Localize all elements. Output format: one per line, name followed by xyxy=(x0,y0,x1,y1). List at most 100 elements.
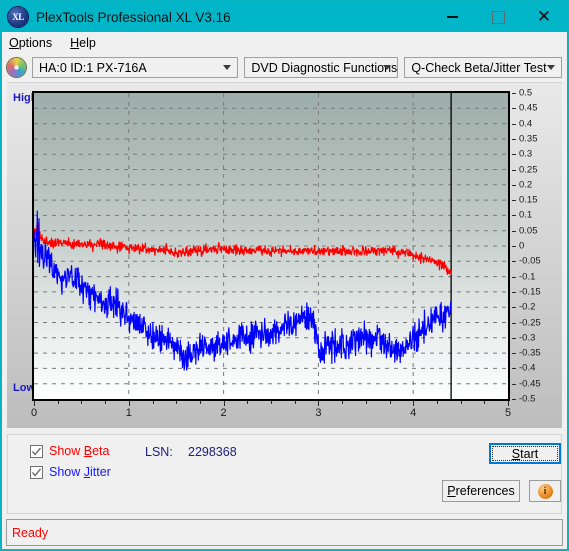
y-tick-label: -0.45 xyxy=(519,378,541,390)
x-tick-label: 0 xyxy=(30,407,38,419)
x-tick-mark xyxy=(199,401,201,404)
chevron-down-icon xyxy=(547,64,555,70)
y-tick-label: 0.25 xyxy=(519,164,538,175)
x-tick-mark xyxy=(484,401,486,404)
test-select[interactable]: Q-Check Beta/Jitter Test xyxy=(404,57,562,78)
x-tick-mark xyxy=(81,401,83,404)
x-tick-mark xyxy=(389,401,391,404)
y-tick-mark xyxy=(512,154,516,156)
x-tick-mark xyxy=(413,401,415,406)
y-tick-mark xyxy=(512,169,516,171)
app-icon: XL xyxy=(8,7,28,27)
toolbar: HA:0 ID:1 PX-716A DVD Diagnostic Functio… xyxy=(2,53,567,82)
y-tick-mark xyxy=(512,200,516,202)
y-tick-mark xyxy=(512,353,516,355)
y-tick-label: 0.3 xyxy=(519,148,533,160)
x-tick-mark xyxy=(294,401,296,404)
status-bar: Ready xyxy=(6,519,563,546)
show-beta-label: Show Beta xyxy=(49,444,110,458)
start-button[interactable]: Start xyxy=(489,443,561,464)
y-tick-label: -0.1 xyxy=(519,271,536,283)
chevron-down-icon xyxy=(383,64,392,70)
x-tick-mark xyxy=(365,401,367,404)
x-tick-mark xyxy=(152,401,154,404)
y-tick-mark xyxy=(512,108,516,110)
show-jitter-label: Show Jitter xyxy=(49,465,111,479)
preferences-button[interactable]: Preferences xyxy=(442,480,520,502)
y-tick-label: 0.45 xyxy=(519,102,538,114)
y-tick-mark xyxy=(512,307,516,309)
menu-item-help[interactable]: Help xyxy=(70,36,96,50)
x-axis-ticks: 0 1 2 3 4 5 xyxy=(30,401,512,425)
y-tick-label: -0.3 xyxy=(519,332,536,344)
show-jitter-checkbox[interactable] xyxy=(30,465,43,479)
y-tick-mark xyxy=(512,246,516,247)
chart-svg xyxy=(34,93,508,399)
function-select-value: DVD Diagnostic Functions xyxy=(251,60,398,75)
menu-bar: Options Help xyxy=(2,32,567,53)
x-tick-label: 5 xyxy=(504,407,512,419)
show-beta-row[interactable]: Show Beta xyxy=(30,444,109,458)
minimize-button[interactable] xyxy=(429,2,475,32)
controls-panel: Show Beta Show Jitter LSN: 2298368 Start… xyxy=(7,434,562,514)
y-tick-mark xyxy=(512,322,516,324)
x-tick-mark xyxy=(105,401,107,404)
x-tick-mark xyxy=(436,401,438,404)
y-tick-label: 0.5 xyxy=(519,87,533,99)
y-tick-mark xyxy=(512,399,516,400)
app-window: XL PlexTools Professional XL V3.16 ✕ Opt… xyxy=(0,0,569,551)
preferences-button-label: Preferences xyxy=(447,484,515,498)
y-tick-label: -0.2 xyxy=(519,301,536,313)
y-tick-label: 0.15 xyxy=(519,194,538,206)
start-button-label: Start xyxy=(492,446,558,461)
y-tick-mark xyxy=(512,138,516,140)
test-select-value: Q-Check Beta/Jitter Test xyxy=(411,60,547,75)
x-tick-mark xyxy=(223,401,225,406)
y-tick-mark xyxy=(512,368,516,370)
x-tick-label: 4 xyxy=(410,407,417,419)
y-tick-mark xyxy=(512,93,516,94)
x-tick-mark xyxy=(57,401,59,404)
menu-item-options[interactable]: Options xyxy=(9,36,52,50)
y-tick-label: 0.05 xyxy=(519,225,538,237)
maximize-button[interactable] xyxy=(475,2,521,32)
title-bar: XL PlexTools Professional XL V3.16 ✕ xyxy=(2,2,567,32)
chevron-down-icon xyxy=(223,64,232,70)
y-tick-label: -0.05 xyxy=(519,255,541,267)
show-jitter-row[interactable]: Show Jitter xyxy=(30,465,111,479)
x-tick-mark xyxy=(508,401,509,406)
y-tick-mark xyxy=(512,123,516,125)
x-tick-mark xyxy=(128,401,130,406)
x-tick-mark xyxy=(342,401,344,404)
lsn-value: 2298368 xyxy=(188,445,237,459)
y-tick-label: -0.25 xyxy=(519,317,541,328)
x-tick-label: 1 xyxy=(125,407,132,419)
y-tick-label: -0.35 xyxy=(519,347,541,359)
function-select[interactable]: DVD Diagnostic Functions xyxy=(244,57,399,78)
x-tick-mark xyxy=(34,401,35,406)
show-beta-checkbox[interactable] xyxy=(30,444,43,458)
y-tick-label: 0.4 xyxy=(519,118,533,130)
y-tick-mark xyxy=(512,383,516,385)
y-tick-label: 0.1 xyxy=(519,209,533,221)
optical-disc-icon xyxy=(7,58,26,77)
x-tick-label: 2 xyxy=(220,407,227,419)
drive-select[interactable]: HA:0 ID:1 PX-716A xyxy=(32,57,239,78)
lsn-label: LSN: xyxy=(145,445,173,459)
x-tick-mark xyxy=(176,401,178,404)
y-axis-ticks: 0.5 0.45 0.4 0.35 0.3 0.25 0.2 0.15 0.1 0.05 0 -0.0… xyxy=(512,87,569,405)
info-icon: i xyxy=(537,483,553,499)
drive-select-value: HA:0 ID:1 PX-716A xyxy=(39,60,147,75)
y-tick-mark xyxy=(512,276,516,278)
close-icon[interactable]: ✕ xyxy=(521,2,567,32)
y-tick-label: 0.35 xyxy=(519,133,538,145)
x-tick-mark xyxy=(318,401,320,406)
y-tick-mark xyxy=(512,291,516,293)
y-tick-mark xyxy=(512,230,516,232)
y-tick-mark xyxy=(512,261,516,263)
y-tick-label: 0.2 xyxy=(519,179,533,191)
chart-panel: High Low 0.5 0.45 0.4 0.35 0.3 0.25 0.2 0.15 0.1… xyxy=(7,82,562,428)
info-button[interactable]: i xyxy=(529,480,561,502)
window-title: PlexTools Professional XL V3.16 xyxy=(36,9,231,25)
plot-area xyxy=(32,91,510,401)
